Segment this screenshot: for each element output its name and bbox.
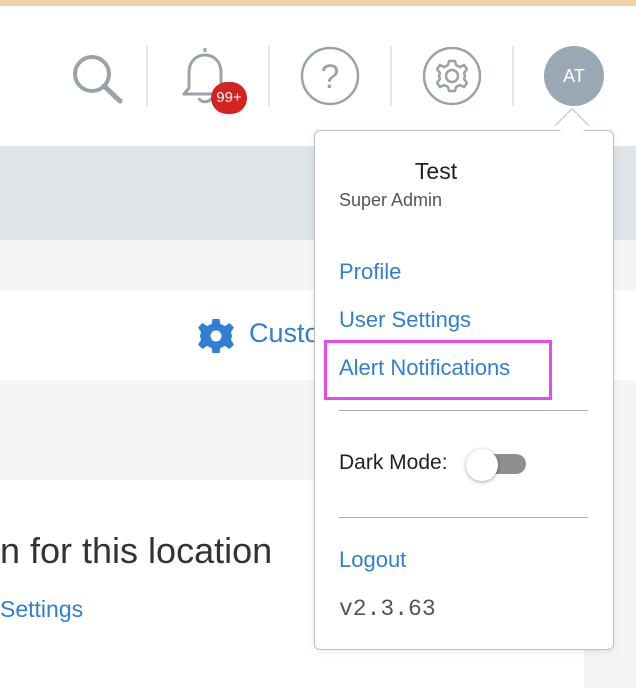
svg-text:?: ? <box>321 58 340 96</box>
customize-link[interactable]: Custo <box>249 318 320 349</box>
settings-link[interactable]: Settings <box>0 596 83 623</box>
menu-divider <box>339 517 588 518</box>
header-separator <box>390 46 392 106</box>
header-separator <box>146 46 148 106</box>
user-name: Test <box>414 158 458 184</box>
help-icon[interactable]: ? <box>300 46 360 111</box>
app-version: v2.3.63 <box>339 596 436 622</box>
dark-mode-label: Dark Mode: <box>339 451 448 474</box>
menu-item-profile[interactable]: Profile <box>339 259 401 285</box>
customize-gear-icon[interactable] <box>197 317 235 360</box>
gear-icon[interactable] <box>422 46 482 111</box>
location-message: n for this location <box>0 530 273 571</box>
menu-item-user-settings[interactable]: User Settings <box>339 307 471 333</box>
logout-link[interactable]: Logout <box>339 547 406 573</box>
header-separator <box>512 46 514 106</box>
user-role: Super Admin <box>339 190 443 210</box>
highlight-box <box>324 340 552 400</box>
avatar[interactable]: AT <box>544 46 604 106</box>
notifications-badge: 99+ <box>211 82 247 114</box>
search-icon[interactable] <box>68 52 126 109</box>
menu-divider <box>339 410 588 411</box>
dark-mode-toggle-knob[interactable] <box>466 449 498 481</box>
header-separator <box>268 46 270 106</box>
